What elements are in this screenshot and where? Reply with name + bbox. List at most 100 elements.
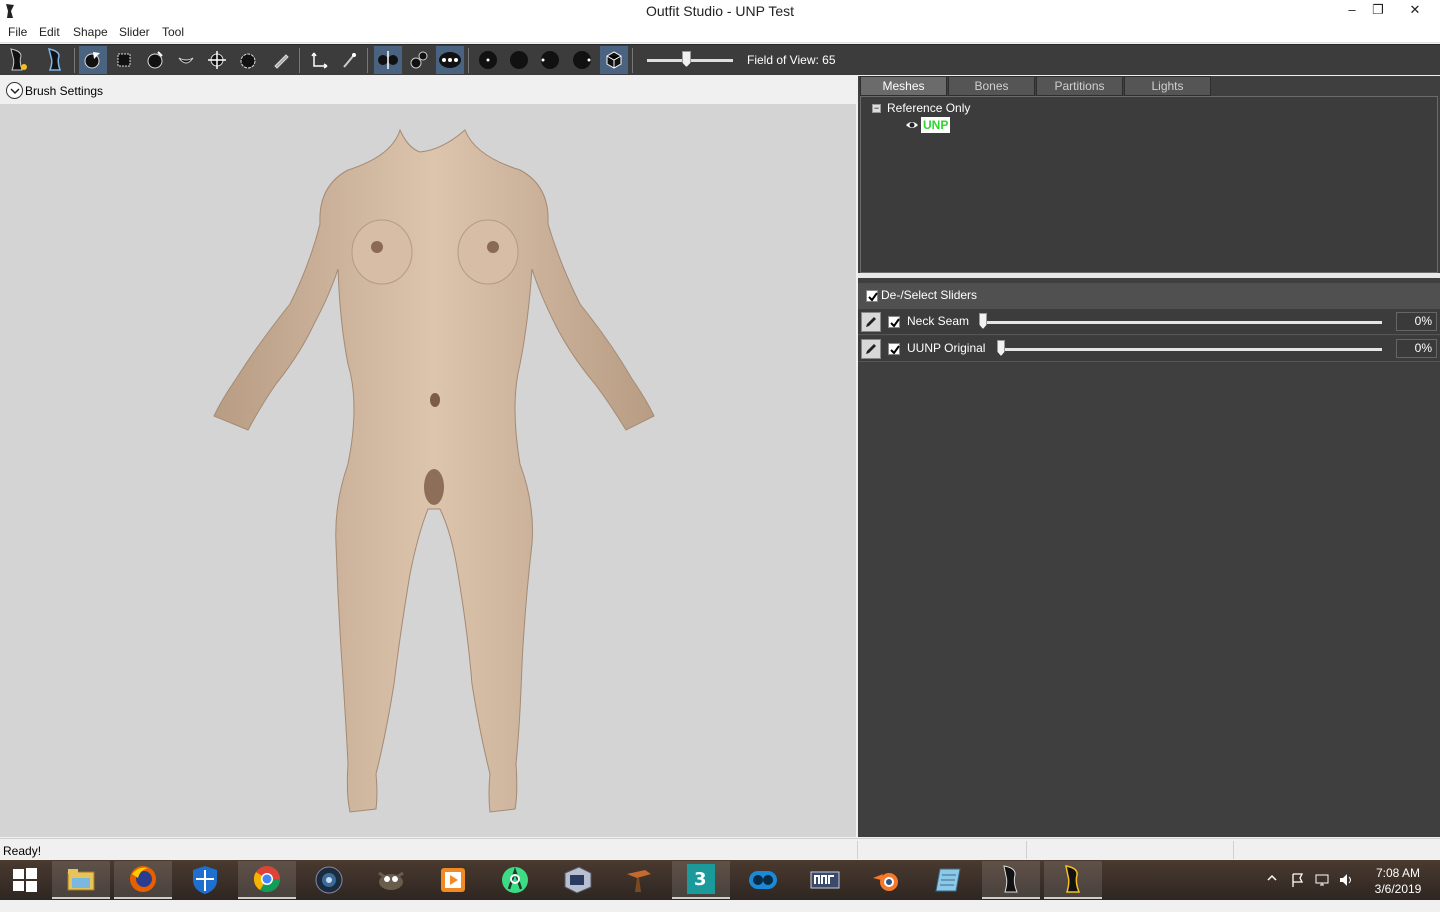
taskbar-blacksmith-tool[interactable] <box>610 861 668 899</box>
edit-slider-button[interactable] <box>861 312 881 332</box>
select-tool-button[interactable] <box>79 46 107 74</box>
toolbar-separator <box>367 48 368 73</box>
tab-bones[interactable]: Bones <box>948 76 1035 96</box>
mask-tool-icon <box>117 53 131 67</box>
global-brush-button[interactable] <box>436 46 464 74</box>
transform-tool-button[interactable] <box>305 46 333 74</box>
brush-settings-toggle[interactable] <box>6 82 23 99</box>
mesh-tree: − Reference Only UNP <box>860 96 1438 273</box>
network-icon[interactable] <box>1314 872 1330 912</box>
taskbar-firefox[interactable] <box>114 861 172 899</box>
blacksmith-tool-icon <box>627 870 651 892</box>
3ds-max-icon: 3 <box>687 864 715 894</box>
taskbar-blender[interactable] <box>858 861 916 899</box>
tab-lights[interactable]: Lights <box>1124 76 1211 96</box>
slider-track[interactable] <box>980 321 1382 324</box>
status-bar: Ready! <box>0 838 1440 860</box>
taskbar-windows-security[interactable] <box>176 861 234 899</box>
fov-slider-thumb[interactable] <box>682 51 691 67</box>
menu-file[interactable]: File <box>8 25 27 39</box>
status-separator <box>1233 841 1234 859</box>
texture-toggle-button[interactable] <box>600 46 628 74</box>
global-brush-icon <box>439 52 461 68</box>
brush-size-1-button[interactable] <box>474 46 502 74</box>
load-reference-button[interactable] <box>4 46 32 74</box>
taskbar-android-studio[interactable] <box>486 861 544 899</box>
slider-enable-checkbox[interactable] <box>888 316 900 328</box>
taskbar-gimp[interactable] <box>362 861 420 899</box>
smooth-tool-button[interactable] <box>234 46 262 74</box>
texture-toggle-icon <box>606 51 622 69</box>
menu-edit[interactable]: Edit <box>39 25 60 39</box>
taskbar-3ds-max[interactable]: 3 <box>672 861 730 899</box>
deflate-tool-button[interactable] <box>172 46 200 74</box>
maximize-button[interactable]: ❐ <box>1362 0 1394 22</box>
brush-settings-bar: Brush Settings <box>0 76 856 104</box>
slider-thumb[interactable] <box>997 340 1005 356</box>
taskbar-nifskope[interactable] <box>796 861 854 899</box>
toolbar-separator <box>74 48 75 73</box>
slider-thumb[interactable] <box>979 313 987 329</box>
slider-track[interactable] <box>998 348 1382 351</box>
edit-slider-button[interactable] <box>861 339 881 359</box>
3d-viewport[interactable] <box>0 104 856 837</box>
tree-group-label[interactable]: Reference Only <box>887 101 970 115</box>
connected-only-button[interactable] <box>405 46 433 74</box>
weight-tool-button[interactable] <box>267 46 295 74</box>
start-button[interactable] <box>0 861 50 899</box>
outfit-studio-icon <box>1065 865 1081 893</box>
windows-start-icon <box>13 868 37 892</box>
move-tool-button[interactable] <box>203 46 231 74</box>
brush-size-4-button[interactable] <box>568 46 596 74</box>
taskbar-camera-app[interactable] <box>300 861 358 899</box>
right-panel: Meshes Bones Partitions Lights − Referen… <box>858 76 1440 837</box>
panel-splitter[interactable] <box>858 273 1440 278</box>
tab-meshes[interactable]: Meshes <box>860 76 947 96</box>
taskbar-file-explorer[interactable] <box>52 861 110 899</box>
slider-name: Neck Seam <box>907 314 970 328</box>
taskbar-chrome[interactable] <box>238 861 296 899</box>
taskbar-media-player[interactable] <box>424 861 482 899</box>
taskbar-mod-organizer[interactable] <box>734 861 792 899</box>
taskbar-notepad[interactable] <box>920 861 978 899</box>
right-nipple <box>487 241 499 253</box>
deselect-sliders-checkbox[interactable] <box>866 290 878 302</box>
slider-value-field[interactable]: 0% <box>1396 312 1437 331</box>
visibility-eye-icon[interactable] <box>905 119 919 131</box>
brush-size-2-button[interactable] <box>505 46 533 74</box>
brush-settings-label: Brush Settings <box>25 84 104 98</box>
mirror-x-button[interactable] <box>374 46 402 74</box>
volume-icon[interactable] <box>1338 872 1354 912</box>
mask-tool-button[interactable] <box>110 46 138 74</box>
toolbar-separator <box>299 48 300 73</box>
tree-collapse-toggle[interactable]: − <box>872 104 881 113</box>
load-outfit-button[interactable] <box>42 46 70 74</box>
close-button[interactable]: ✕ <box>1399 0 1431 22</box>
taskbar-clock[interactable]: 7:08 AM 3/6/2019 <box>1368 865 1428 897</box>
tab-partitions[interactable]: Partitions <box>1036 76 1123 96</box>
taskbar: 3 7:08 AM 3/6/2019 <box>0 860 1440 900</box>
checkmark-icon <box>890 345 900 355</box>
taskbar-bodyslide[interactable] <box>982 861 1040 899</box>
menu-slider[interactable]: Slider <box>119 25 150 39</box>
inflate-tool-button[interactable] <box>141 46 169 74</box>
title-bar: Outfit Studio - UNP Test – ❐ ✕ <box>0 0 1440 23</box>
file-explorer-icon <box>67 869 95 891</box>
menu-shape[interactable]: Shape <box>73 25 108 39</box>
transform-tool-icon <box>311 52 328 69</box>
action-center-flag-icon[interactable] <box>1290 872 1306 912</box>
slider-value-field[interactable]: 0% <box>1396 339 1437 358</box>
taskbar-game-launcher[interactable] <box>548 861 606 899</box>
pivot-tool-button[interactable] <box>335 46 363 74</box>
tree-mesh-item[interactable]: UNP <box>921 117 951 133</box>
slider-enable-checkbox[interactable] <box>888 343 900 355</box>
body-mesh-render <box>213 128 655 813</box>
menu-tool[interactable]: Tool <box>162 25 184 39</box>
notepad-icon <box>935 868 961 892</box>
brush-size-3-button[interactable] <box>536 46 564 74</box>
slider-header: De-/Select Sliders <box>858 283 1440 309</box>
load-outfit-icon <box>47 48 62 71</box>
svg-text:3: 3 <box>694 869 707 890</box>
taskbar-outfit-studio[interactable] <box>1044 861 1102 899</box>
tray-overflow-icon[interactable] <box>1266 872 1278 912</box>
